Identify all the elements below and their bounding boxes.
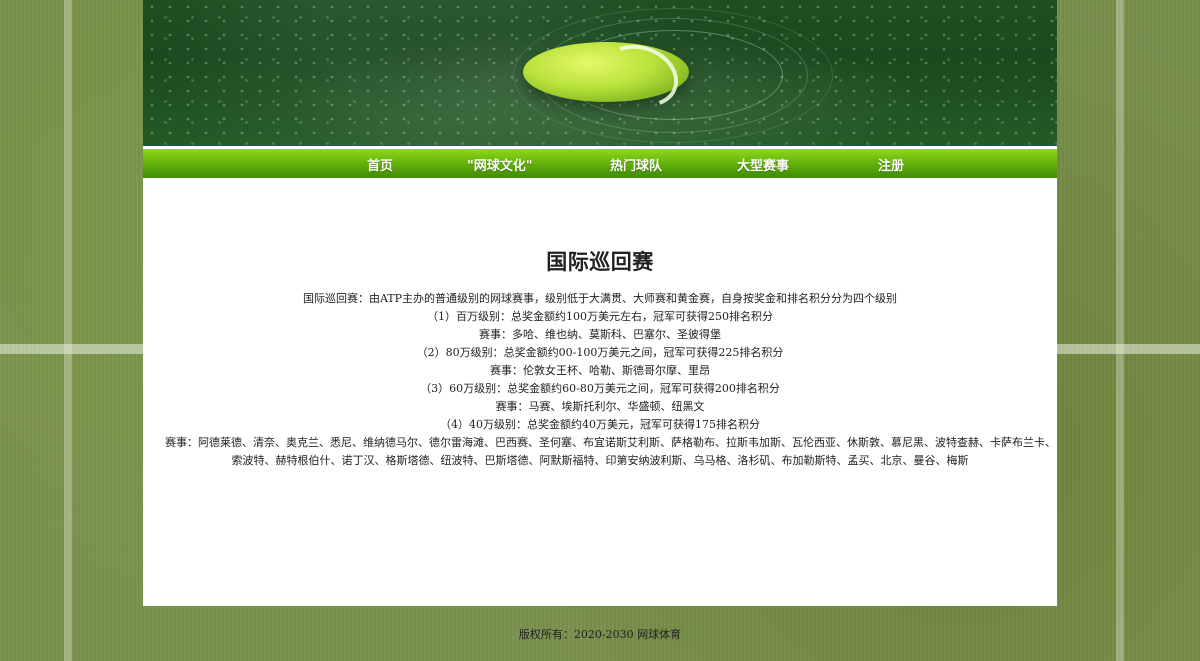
article-line: 索波特、赫特根伯什、诺丁汉、格斯塔德、纽波特、巴斯塔德、阿默斯福特、印第安纳波利… xyxy=(231,454,969,467)
header-banner xyxy=(143,0,1057,146)
nav-item-register[interactable]: 注册 xyxy=(878,155,904,174)
nav-item-major-events[interactable]: 大型赛事 xyxy=(737,155,789,174)
page-title: 国际巡回赛 xyxy=(546,249,654,274)
nav-item-home[interactable]: 首页 xyxy=(367,155,393,174)
article-line: （3）60万级别：总奖金额约60-80万美元之间，冠军可获得200排名积分 xyxy=(420,382,780,395)
article-line: （1）百万级别：总奖金额约100万美元左右，冠军可获得250排名积分 xyxy=(427,310,773,323)
nav-item-tennis-culture[interactable]: "网球文化" xyxy=(467,155,533,174)
page-container: 首页 "网球文化" 热门球队 大型赛事 注册 国际巡回赛 国际巡回赛：由ATP主… xyxy=(143,0,1057,606)
article-line: 赛事：马赛、埃斯托利尔、华盛顿、纽黑文 xyxy=(495,400,705,413)
tennis-ball-image xyxy=(523,42,689,102)
article-line: （4）40万级别：总奖金额约40万美元，冠军可获得175排名积分 xyxy=(440,418,760,431)
main-navbar: 首页 "网球文化" 热门球队 大型赛事 注册 xyxy=(143,146,1057,178)
article-line: 赛事：多哈、维也纳、莫斯科、巴塞尔、圣彼得堡 xyxy=(479,328,721,341)
article-line: 赛事：阿德莱德、清奈、奥克兰、悉尼、维纳德马尔、德尔雷海滩、巴西赛、圣何塞、布宜… xyxy=(165,436,1056,449)
article-body: 国际巡回赛：由ATP主办的普通级别的网球赛事，级别低于大满贯、大师赛和黄金赛，自… xyxy=(143,290,1057,470)
footer-copyright: 版权所有：2020-2030 网球体育 xyxy=(518,628,682,641)
article-line: 国际巡回赛：由ATP主办的普通级别的网球赛事，级别低于大满贯、大师赛和黄金赛，自… xyxy=(302,292,898,305)
article-line: （2）80万级别：总奖金额约00-100万美元之间，冠军可获得225排名积分 xyxy=(416,346,784,359)
main-content: 国际巡回赛 国际巡回赛：由ATP主办的普通级别的网球赛事，级别低于大满贯、大师赛… xyxy=(143,178,1057,470)
nav-item-popular-teams[interactable]: 热门球队 xyxy=(610,155,662,174)
court-line-right xyxy=(1116,0,1124,661)
court-line-left xyxy=(64,0,72,661)
article-line: 赛事：伦敦女王杯、哈勒、斯德哥尔摩、里昂 xyxy=(490,364,710,377)
